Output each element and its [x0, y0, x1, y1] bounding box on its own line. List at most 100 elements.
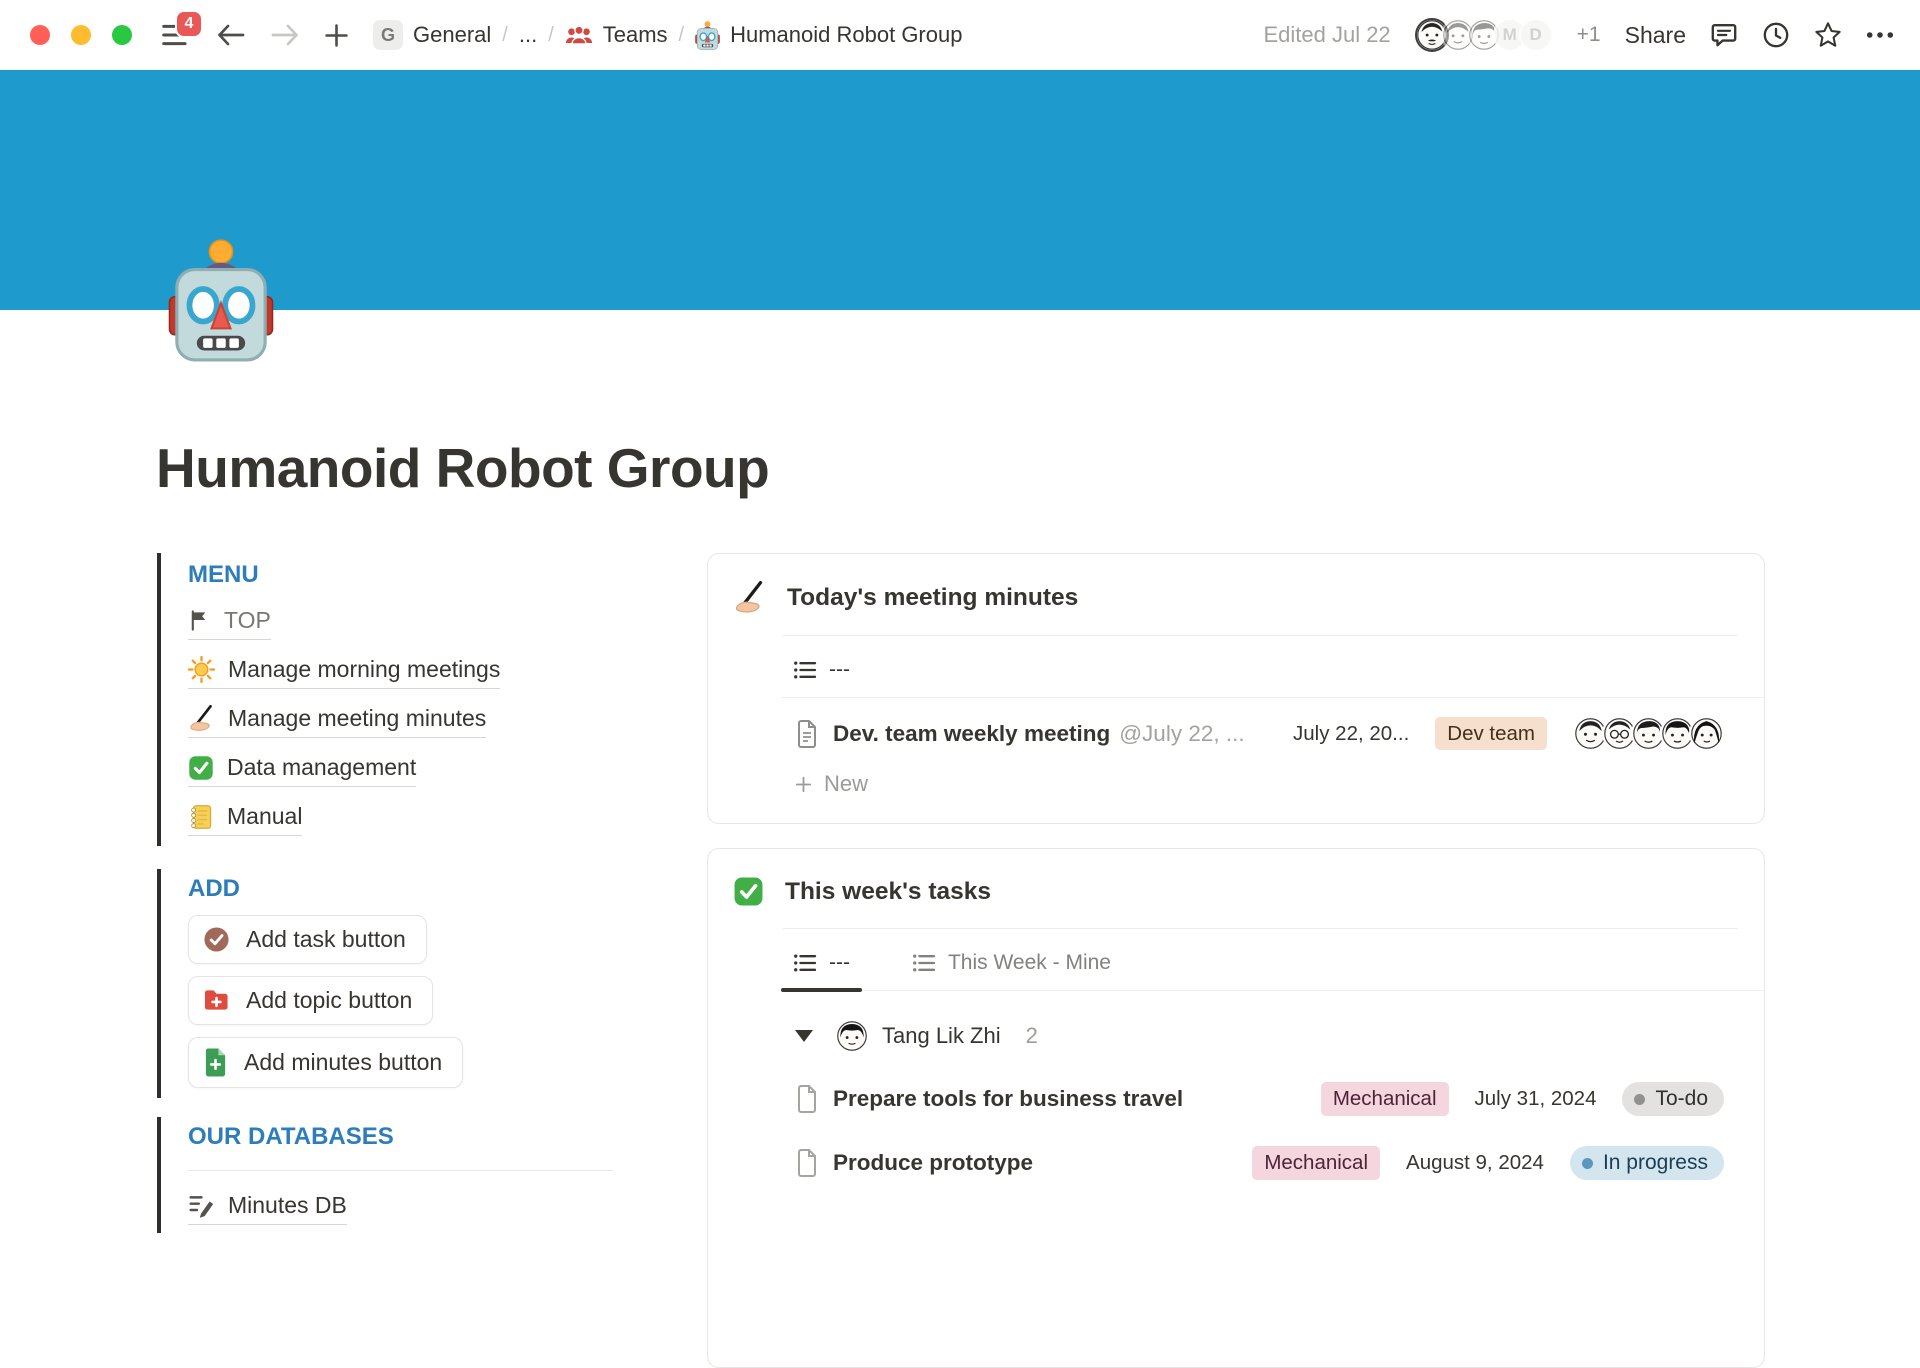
list-view-icon — [912, 953, 936, 973]
sidebar-toggle-button[interactable]: 4 — [162, 23, 192, 47]
minutes-doc-icon — [203, 1048, 228, 1077]
menu-link-manual[interactable]: Manual — [188, 803, 302, 836]
avatar — [837, 1021, 867, 1051]
list-view-icon — [793, 953, 817, 973]
minutes-db-link[interactable]: Minutes DB — [188, 1192, 347, 1225]
breadcrumb-item-teams[interactable]: Teams — [565, 22, 668, 48]
status-dot — [1634, 1094, 1645, 1105]
assignee-group-header: Tang Lik Zhi 2 — [795, 1021, 1764, 1051]
share-button[interactable]: Share — [1625, 22, 1686, 49]
card-title: This week's tasks — [785, 878, 991, 906]
view-tab-bar: --- — [781, 636, 1764, 698]
add-topic-button[interactable]: Add topic button — [188, 976, 433, 1025]
task-row[interactable]: Prepare tools for business travel Mechan… — [795, 1067, 1724, 1131]
breadcrumb: G General / ... / Teams / Humanoid Robot… — [373, 20, 962, 50]
menu-heading: MENU — [188, 561, 612, 589]
breadcrumb-item-page[interactable]: Humanoid Robot Group — [695, 21, 962, 50]
avatar-overflow-count[interactable]: +1 — [1577, 23, 1601, 47]
window-toolbar: 4 G General / ... / Teams / Humanoid Rob… — [0, 0, 1920, 70]
menu-link-morning-meetings[interactable]: Manage morning meetings — [188, 656, 500, 689]
last-edited-label: Edited Jul 22 — [1263, 22, 1390, 48]
menu-link-top[interactable]: TOP — [188, 607, 271, 640]
page-icon — [795, 720, 819, 748]
due-date: July 31, 2024 — [1475, 1087, 1597, 1111]
robot-icon — [695, 21, 720, 50]
add-heading: ADD — [188, 875, 612, 903]
group-count: 2 — [1026, 1023, 1038, 1049]
breadcrumb-separator: / — [548, 24, 554, 47]
forward-button[interactable] — [270, 23, 300, 47]
breadcrumb-item-collapsed[interactable]: ... — [519, 22, 537, 48]
teams-people-icon — [565, 24, 593, 47]
card-header: Today's meeting minutes — [708, 554, 1764, 635]
divider — [188, 1170, 613, 1171]
assignee-name: Tang Lik Zhi — [882, 1023, 1001, 1049]
status-dot — [1582, 1158, 1593, 1169]
page-content: MENU TOP Manage morning meetings Manage … — [157, 545, 1765, 1368]
team-tag: Dev team — [1435, 717, 1547, 751]
check-icon — [733, 876, 764, 907]
comments-button[interactable] — [1710, 21, 1738, 49]
category-tag: Mechanical — [1321, 1082, 1449, 1116]
view-tab-this-week-mine[interactable]: This Week - Mine — [900, 951, 1123, 990]
attendee-avatars — [1573, 716, 1724, 751]
page-icon — [795, 1085, 819, 1113]
task-row[interactable]: Produce prototype Mechanical August 9, 2… — [795, 1131, 1724, 1195]
breadcrumb-separator: / — [679, 24, 685, 47]
avatar — [1689, 716, 1724, 751]
window-zoom-button[interactable] — [112, 25, 132, 45]
breadcrumb-label: ... — [519, 22, 537, 48]
page-title: Humanoid Robot Group — [156, 436, 769, 500]
menu-link-data-management[interactable]: Data management — [188, 754, 416, 787]
category-tag: Mechanical — [1252, 1146, 1380, 1180]
sun-icon — [188, 656, 215, 683]
new-tab-button[interactable] — [324, 23, 349, 48]
page-robot-icon[interactable] — [165, 238, 277, 362]
window-minimize-button[interactable] — [71, 25, 91, 45]
writing-hand-icon — [188, 705, 215, 732]
view-tab-default[interactable]: --- — [781, 658, 862, 697]
more-options-button[interactable] — [1866, 31, 1894, 39]
card-header: This week's tasks — [708, 849, 1764, 928]
meeting-row[interactable]: Dev. team weekly meeting @July 22, ... J… — [795, 698, 1724, 759]
back-button[interactable] — [216, 23, 246, 47]
notification-badge: 4 — [175, 10, 203, 38]
topic-folder-icon — [203, 988, 230, 1013]
avatar[interactable]: D — [1519, 18, 1553, 52]
add-minutes-button[interactable]: Add minutes button — [188, 1037, 463, 1088]
chevron-down-icon[interactable] — [795, 1030, 813, 1042]
menu-section: MENU TOP Manage morning meetings Manage … — [157, 553, 612, 846]
breadcrumb-label: General — [413, 22, 491, 48]
updates-clock-button[interactable] — [1762, 21, 1790, 49]
left-column: MENU TOP Manage morning meetings Manage … — [157, 545, 612, 1368]
topbar-actions: Edited Jul 22 M D +1 Share — [1263, 18, 1894, 52]
window-controls — [30, 25, 132, 45]
add-section: ADD Add task button Add topic button Add… — [157, 869, 612, 1098]
page-cover — [0, 70, 1920, 310]
add-task-button[interactable]: Add task button — [188, 915, 427, 964]
writing-hand-icon — [733, 581, 766, 614]
view-tab-default[interactable]: --- — [781, 951, 862, 990]
page-icon — [795, 1149, 819, 1177]
favorite-star-button[interactable] — [1814, 21, 1842, 49]
collaborator-avatars[interactable]: M D — [1415, 18, 1553, 52]
status-badge: In progress — [1570, 1146, 1724, 1180]
flag-icon — [188, 609, 211, 632]
date-mention: @July 22, ... — [1119, 721, 1244, 747]
card-title: Today's meeting minutes — [787, 584, 1078, 612]
databases-section: OUR DATABASES Minutes DB — [157, 1117, 612, 1233]
right-column: Today's meeting minutes --- Dev. team we… — [707, 545, 1765, 1368]
breadcrumb-label: Humanoid Robot Group — [730, 22, 962, 48]
weekly-tasks-card: This week's tasks --- This Week - Mine T… — [707, 848, 1765, 1368]
menu-link-meeting-minutes[interactable]: Manage meeting minutes — [188, 705, 486, 738]
ledger-icon — [188, 804, 214, 830]
check-icon — [188, 755, 214, 781]
new-row-button[interactable]: New — [795, 759, 1764, 823]
window-close-button[interactable] — [30, 25, 50, 45]
view-tab-bar: --- This Week - Mine — [781, 929, 1764, 991]
task-check-icon — [203, 926, 230, 953]
breadcrumb-item-general[interactable]: G General — [373, 20, 491, 50]
due-date: August 9, 2024 — [1406, 1151, 1544, 1175]
meeting-date: July 22, 20... — [1293, 722, 1409, 746]
meeting-minutes-card: Today's meeting minutes --- Dev. team we… — [707, 553, 1765, 824]
